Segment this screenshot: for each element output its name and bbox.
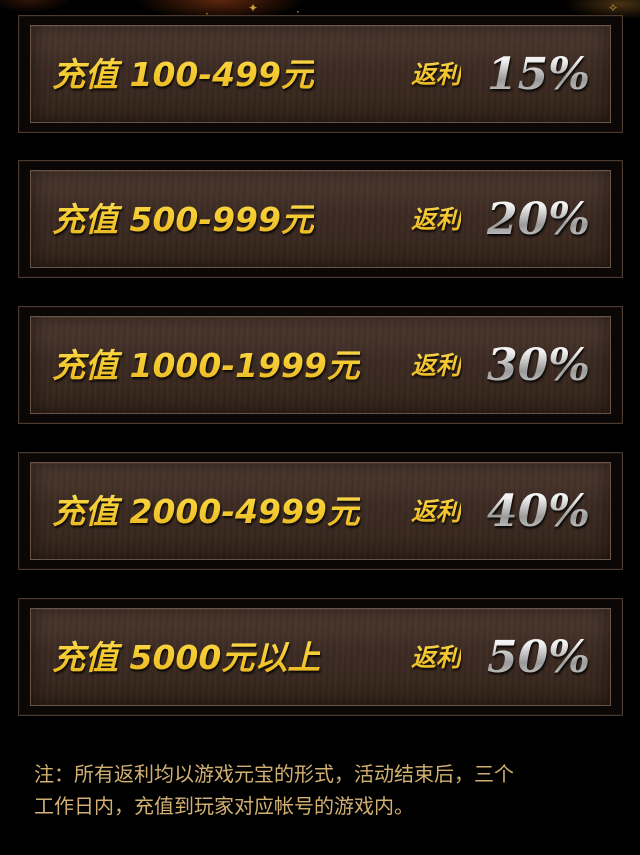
rebate-note: 注：所有返利均以游戏元宝的形式，活动结束后，三个 工作日内，充值到玩家对应帐号的…	[34, 758, 624, 822]
rebate-label: 返利	[411, 609, 461, 707]
recharge-range-label: 充值 100-499元	[52, 26, 314, 124]
rebate-rate: 40%	[487, 463, 590, 561]
recharge-range-label: 充值 2000-4999元	[52, 463, 360, 561]
rebate-tier-panel: 充值 5000元以上 返利 50%	[30, 608, 611, 706]
rebate-rate: 30%	[487, 317, 590, 415]
rebate-tier-panel: 充值 500-999元 返利 20%	[30, 170, 611, 268]
rebate-tier-row: 充值 100-499元 返利 15%	[18, 15, 623, 133]
rebate-label: 返利	[411, 26, 461, 124]
rebate-rate: 50%	[487, 609, 590, 707]
rebate-tier-panel: 充值 2000-4999元 返利 40%	[30, 462, 611, 560]
recharge-range-label: 充值 1000-1999元	[52, 317, 360, 415]
rebate-tier-row: 充值 500-999元 返利 20%	[18, 160, 623, 278]
rebate-tier-panel: 充值 1000-1999元 返利 30%	[30, 316, 611, 414]
recharge-range-label: 充值 500-999元	[52, 171, 314, 269]
rebate-rate: 15%	[487, 26, 590, 124]
rebate-tier-panel: 充值 100-499元 返利 15%	[30, 25, 611, 123]
rebate-rate: 20%	[487, 171, 590, 269]
rebate-label: 返利	[411, 171, 461, 269]
rebate-tier-row: 充值 5000元以上 返利 50%	[18, 598, 623, 716]
rebate-label: 返利	[411, 463, 461, 561]
spark-icon: ✦	[248, 1, 259, 15]
spark-icon: ✧	[608, 1, 619, 15]
note-line: 工作日内，充值到玩家对应帐号的游戏内。	[34, 794, 414, 818]
rebate-tier-row: 充值 2000-4999元 返利 40%	[18, 452, 623, 570]
rebate-label: 返利	[411, 317, 461, 415]
recharge-range-label: 充值 5000元以上	[52, 609, 320, 707]
note-line: 注：所有返利均以游戏元宝的形式，活动结束后，三个	[34, 762, 514, 786]
rebate-tier-row: 充值 1000-1999元 返利 30%	[18, 306, 623, 424]
